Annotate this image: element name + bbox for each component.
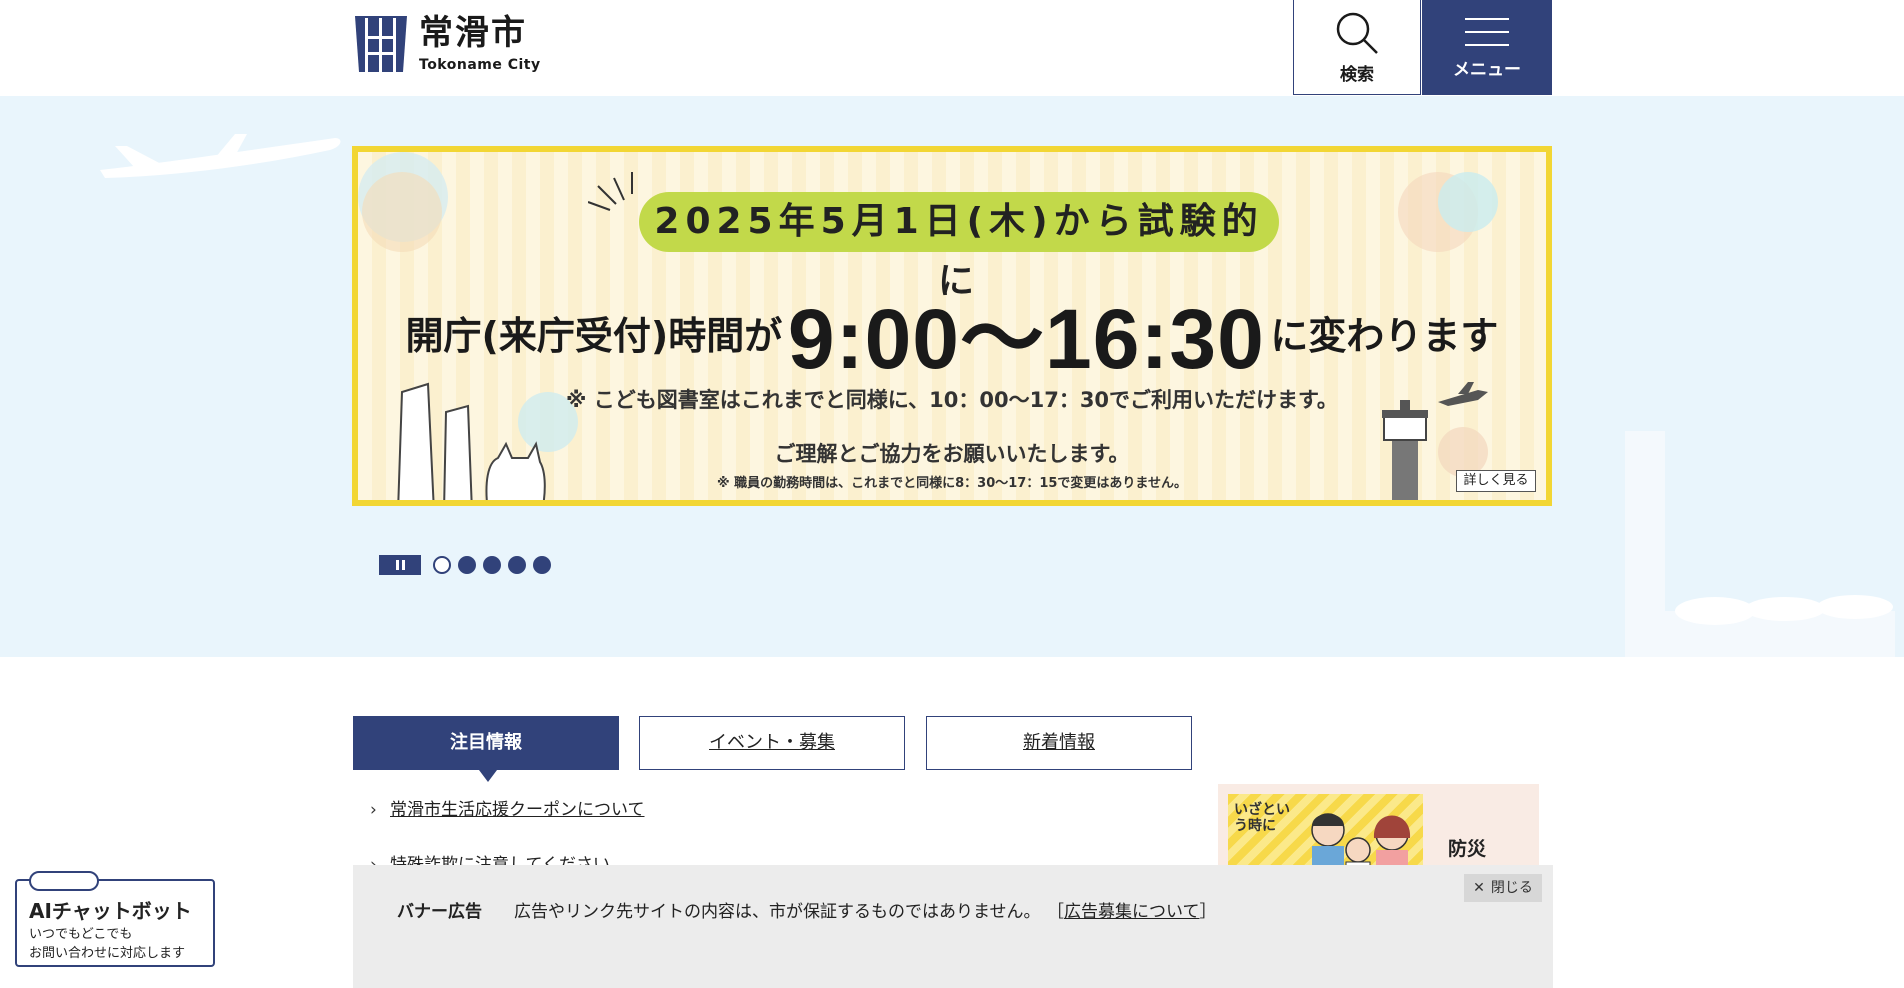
banner-ad-bar: バナー広告 広告やリンク先サイトの内容は、市が保証するものではありません。 ［広…	[353, 865, 1553, 988]
search-icon	[1336, 12, 1378, 54]
buildings-cat-illustration-icon	[397, 382, 546, 500]
close-button[interactable]: ✕ 閉じる	[1464, 874, 1542, 902]
details-button[interactable]: 詳しく見る	[1456, 470, 1536, 492]
pause-icon[interactable]	[379, 555, 421, 575]
date-pill: 2025年5月1日(木)から試験的に	[639, 192, 1279, 302]
speech-bubble-icon	[29, 871, 99, 891]
logo-subtitle: Tokoname City	[419, 57, 541, 73]
slider-controls	[379, 555, 551, 575]
slider-dot-5[interactable]	[533, 556, 551, 574]
chatbot-subtitle-2: お問い合わせに対応します	[29, 946, 186, 961]
ad-recruit: ［広告募集について］	[1047, 897, 1217, 922]
site-logo[interactable]: 常滑市 Tokoname City	[353, 14, 541, 74]
slider-dot-1[interactable]	[433, 556, 451, 574]
tab-featured[interactable]: 注目情報	[353, 716, 619, 782]
tab-events[interactable]: イベント・募集	[639, 716, 905, 770]
chatbot-subtitle-1: いつでもどこでも	[29, 927, 133, 942]
site-header: 常滑市 Tokoname City 検索 メニュー	[0, 0, 1904, 96]
ad-disclaimer: 広告やリンク先サイトの内容は、市が保証するものではありません。	[514, 902, 1041, 922]
search-button[interactable]: 検索	[1293, 0, 1421, 95]
slider-dot-4[interactable]	[508, 556, 526, 574]
tab-new[interactable]: 新着情報	[926, 716, 1192, 770]
slider-dot-3[interactable]	[483, 556, 501, 574]
headline-time: 9:00〜16:30	[787, 292, 1265, 386]
ad-recruit-link[interactable]: 広告募集について	[1064, 902, 1200, 922]
list-item: › 常滑市生活応援クーポンについて	[370, 795, 645, 820]
logo-title: 常滑市	[419, 13, 527, 53]
search-label: 検索	[1340, 65, 1374, 85]
chevron-right-icon: ›	[370, 800, 377, 820]
spark-lines-icon	[588, 172, 633, 211]
menu-button[interactable]: メニュー	[1422, 0, 1552, 95]
headline-suffix: に変わります	[1270, 314, 1499, 358]
chatbot-title: AIチャットボット	[29, 899, 192, 923]
ai-chatbot-button[interactable]: AIチャットボット いつでもどこでも お問い合わせに対応します	[15, 871, 215, 967]
slider-dot-2[interactable]	[458, 556, 476, 574]
slider-dots	[433, 556, 551, 574]
close-icon: ✕	[1473, 880, 1485, 896]
close-label: 閉じる	[1490, 880, 1533, 896]
hours-headline: 開庁(来庁受付)時間が 9:00〜16:30 に変わります	[358, 272, 1546, 386]
ad-link-close-bracket: ］	[1199, 902, 1217, 922]
hero-section: 2025年5月1日(木)から試験的に 開庁(来庁受付)時間が 9:00〜16:3…	[0, 96, 1904, 657]
menu-label: メニュー	[1453, 60, 1521, 80]
hero-banner[interactable]: 2025年5月1日(木)から試験的に 開庁(来庁受付)時間が 9:00〜16:3…	[352, 146, 1552, 506]
ad-link-open-bracket: ［	[1047, 902, 1064, 922]
banner-image-text: いざという時に	[1234, 802, 1290, 834]
headline-prefix: 開庁(来庁受付)時間が	[405, 314, 783, 358]
tower-decoration-icon	[1625, 431, 1895, 657]
card-title: 防災	[1448, 838, 1487, 860]
city-emblem-icon	[355, 16, 407, 72]
airplane-decoration-icon	[100, 134, 341, 178]
news-link[interactable]: 常滑市生活応援クーポンについて	[390, 800, 645, 820]
ad-label: バナー広告	[397, 902, 482, 922]
hamburger-icon	[1465, 18, 1509, 46]
